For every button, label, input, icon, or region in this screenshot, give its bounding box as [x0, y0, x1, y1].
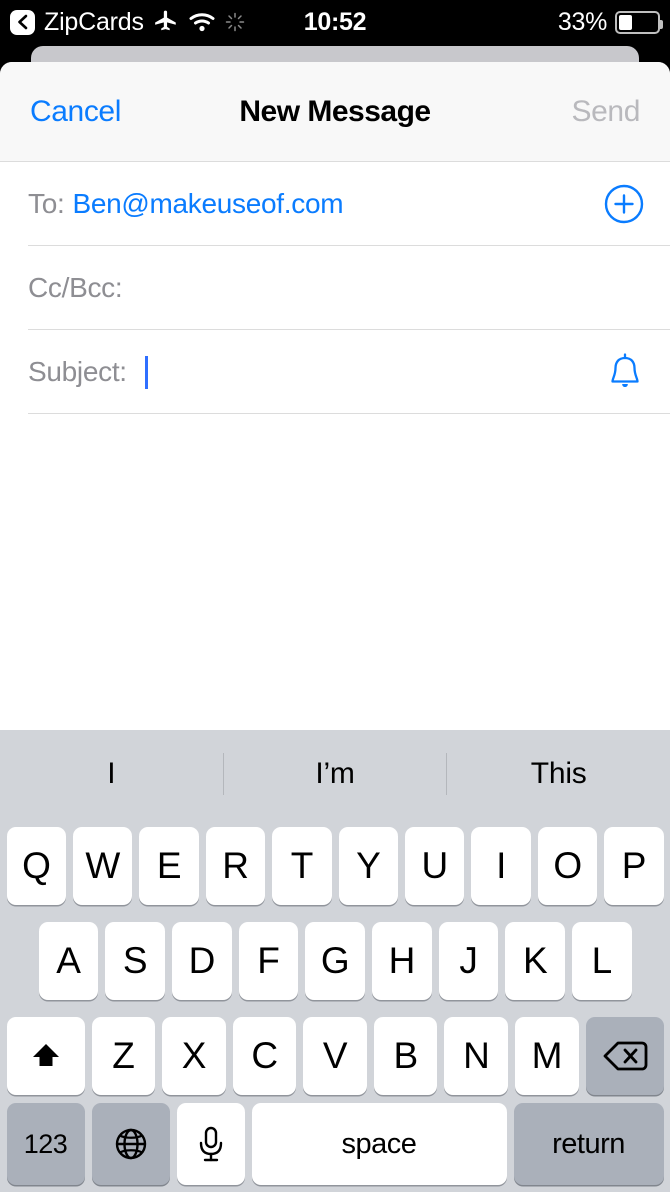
key-q[interactable]: Q — [6, 826, 66, 905]
to-field-row[interactable]: To: Ben@makeuseof.com — [0, 162, 670, 246]
key-i[interactable]: I — [471, 826, 531, 905]
globe-language-icon[interactable] — [91, 1103, 170, 1185]
keyboard-row-2: A S D F G H J K L — [0, 913, 670, 1008]
iphone-screen: ZipCards 10:52 33% Cancel New Message Se… — [0, 0, 670, 1192]
prediction-candidate[interactable]: I — [0, 757, 223, 791]
shift-up-arrow-icon[interactable] — [6, 1016, 85, 1095]
recipient-fields: To: Ben@makeuseof.com Cc/Bcc: Subject: — [0, 162, 670, 414]
to-field-label: To: — [28, 188, 65, 219]
key-s[interactable]: S — [105, 921, 165, 1000]
message-body-area[interactable] — [0, 414, 670, 714]
key-o[interactable]: O — [537, 826, 598, 905]
keyboard-row-1: Q W E R T Y U I O P — [0, 818, 670, 913]
battery-percent-label: 33% — [557, 7, 607, 36]
key-b[interactable]: B — [373, 1016, 438, 1095]
key-n[interactable]: N — [444, 1016, 508, 1095]
key-c[interactable]: C — [232, 1016, 297, 1095]
key-v[interactable]: V — [303, 1016, 367, 1095]
status-bar-right-group: 33% — [557, 7, 663, 37]
prediction-candidate[interactable]: I’m — [224, 757, 447, 791]
key-r[interactable]: R — [205, 826, 266, 905]
send-button[interactable]: Send — [572, 95, 641, 129]
key-g[interactable]: G — [305, 921, 365, 1000]
page-title: New Message — [239, 94, 431, 128]
key-p[interactable]: P — [604, 826, 664, 905]
status-bar: ZipCards 10:52 33% — [0, 0, 670, 44]
compose-nav-bar: Cancel New Message Send — [0, 62, 670, 162]
key-e[interactable]: E — [139, 826, 199, 905]
key-x[interactable]: X — [162, 1016, 226, 1095]
backspace-delete-icon[interactable] — [585, 1016, 664, 1095]
subject-field-row[interactable]: Subject: — [0, 330, 670, 414]
key-m[interactable]: M — [514, 1016, 579, 1095]
key-h[interactable]: H — [371, 921, 432, 1000]
key-d[interactable]: D — [171, 921, 232, 1000]
key-f[interactable]: F — [238, 921, 299, 1000]
predictive-text-bar: I I’m This — [0, 730, 670, 818]
key-u[interactable]: U — [404, 826, 465, 905]
key-z[interactable]: Z — [91, 1016, 156, 1095]
subject-field-label: Subject: — [28, 356, 127, 387]
return-key[interactable]: return — [513, 1103, 664, 1185]
notify-bell-icon[interactable] — [605, 351, 645, 393]
key-j[interactable]: J — [438, 921, 499, 1000]
battery-icon — [615, 10, 663, 34]
prediction-candidate[interactable]: This — [447, 757, 670, 791]
key-k[interactable]: K — [505, 921, 565, 1000]
to-field-value[interactable]: Ben@makeuseof.com — [72, 188, 343, 220]
text-cursor — [144, 355, 148, 389]
key-w[interactable]: W — [72, 826, 133, 905]
keyboard-row-3: Z X C V B N M — [0, 1008, 670, 1103]
ccbcc-field-label: Cc/Bcc: — [28, 272, 123, 303]
microphone-icon[interactable] — [176, 1103, 245, 1185]
ccbcc-field-row[interactable]: Cc/Bcc: — [0, 246, 670, 330]
keyboard-row-4: 123 space return — [0, 1103, 670, 1192]
numbers-key[interactable]: 123 — [6, 1103, 85, 1185]
key-y[interactable]: Y — [338, 826, 398, 905]
key-t[interactable]: T — [272, 826, 332, 905]
onscreen-keyboard: I I’m This Q W E R T Y U I O P A S D F G… — [0, 730, 670, 1192]
key-a[interactable]: A — [38, 921, 99, 1000]
key-l[interactable]: L — [571, 921, 632, 1000]
space-key[interactable]: space — [251, 1103, 507, 1185]
add-contact-plus-circle-icon[interactable] — [603, 183, 645, 225]
